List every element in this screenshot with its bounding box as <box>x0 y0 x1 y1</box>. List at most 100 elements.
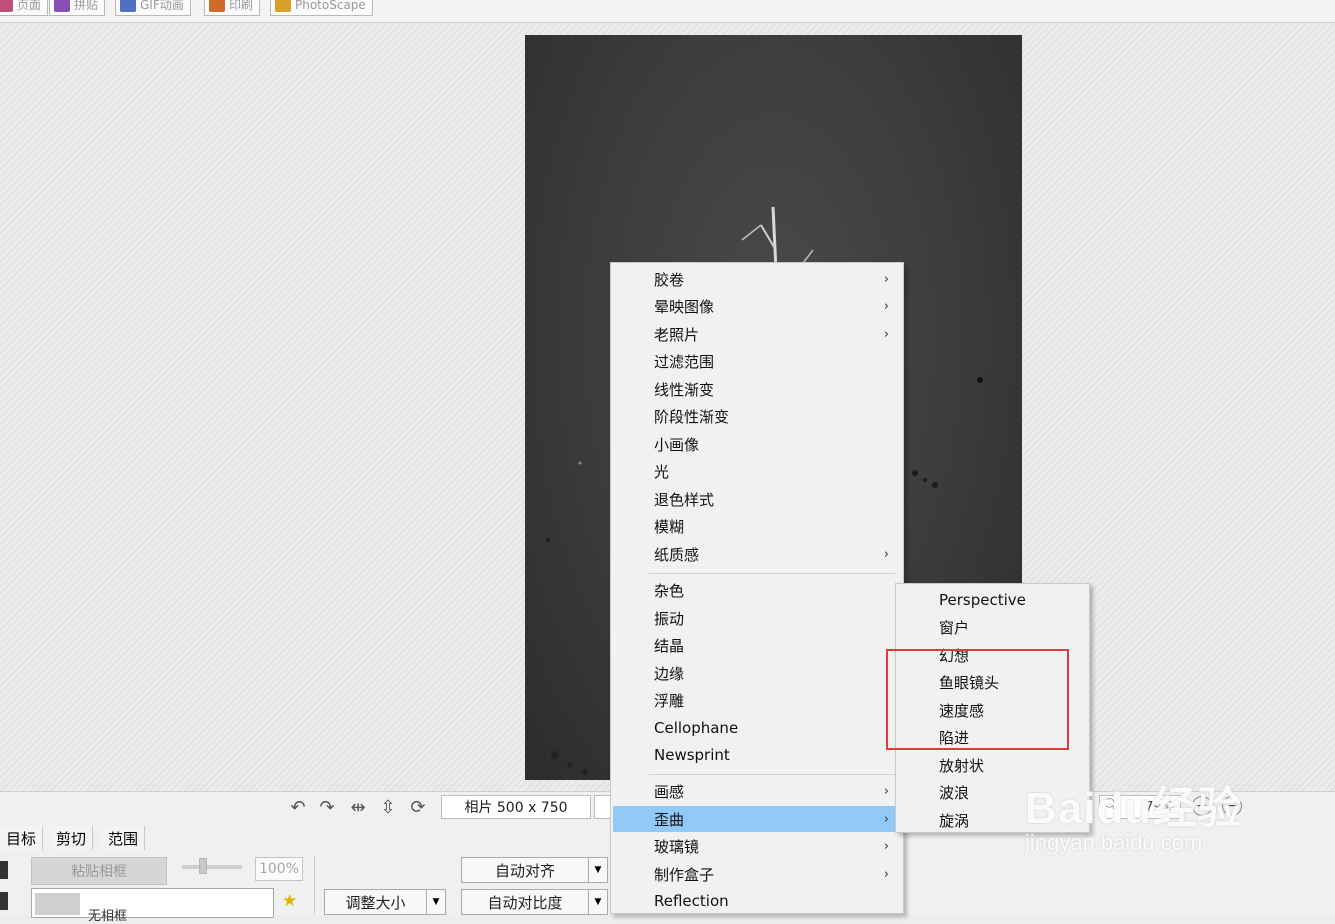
menu-item-miniature[interactable]: 小画像 <box>613 431 901 457</box>
menu-item-label: 玻璃镜 <box>654 837 700 856</box>
photo-size-display: 相片 500 x 750 <box>441 795 591 819</box>
chevron-right-icon: › <box>883 326 889 342</box>
menu-item-blur[interactable]: 模糊 <box>613 513 901 539</box>
submenu-item-label: 幻想 <box>939 646 970 665</box>
menu-separator <box>649 573 895 574</box>
chevron-right-icon: › <box>883 783 889 799</box>
chevron-right-icon: › <box>883 298 889 314</box>
resize-label: 调整大小 <box>345 893 406 912</box>
menu-item-label: Cellophane <box>654 719 739 737</box>
menu-item-label: 模糊 <box>654 517 685 536</box>
opacity-text: 100% <box>258 861 300 877</box>
zoom-text: 79% <box>1145 799 1174 815</box>
paste-frame-label: 粘贴相框 <box>71 864 127 880</box>
caret-down-icon[interactable]: ▼ <box>426 890 445 914</box>
filter-context-menu: 胶卷 › 晕映图像 › 老照片 › 过滤范围 线性渐变 阶段性渐变 小画像 光 … <box>610 262 904 914</box>
resize-button[interactable]: 调整大小 ▼ <box>324 889 446 915</box>
menu-item-label: 线性渐变 <box>654 380 715 399</box>
menu-item-cellophane[interactable]: Cellophane <box>613 715 901 741</box>
menu-item-reflection[interactable]: Reflection <box>613 888 901 914</box>
menu-item-painting[interactable]: 画感 › <box>613 778 901 804</box>
tab-combine[interactable]: 拼贴 <box>49 0 106 16</box>
chevron-right-icon: › <box>883 546 889 562</box>
sub-tab-crop[interactable]: 剪切 <box>50 826 94 850</box>
menu-item-filter-range[interactable]: 过滤范围 <box>613 348 901 374</box>
menu-item-vignette[interactable]: 晕映图像 › <box>613 293 901 319</box>
divider <box>314 855 315 914</box>
sub-tab-crop-label: 剪切 <box>56 829 87 848</box>
menu-item-label: 老照片 <box>654 325 700 344</box>
zoom-in-icon[interactable]: + <box>1192 796 1212 816</box>
top-tab-strip: 页面 拼贴 GIF动画 印刷 PhotoScape <box>0 0 1335 23</box>
star-icon[interactable]: ★ <box>282 891 297 911</box>
tab-page[interactable]: 页面 <box>0 0 49 16</box>
menu-item-label: Newsprint <box>654 746 730 764</box>
rotate-left-icon[interactable]: ↶ <box>287 797 309 819</box>
auto-level-button[interactable]: 自动对齐 ▼ <box>461 857 608 883</box>
page-book-icon <box>0 0 13 12</box>
menu-item-edge[interactable]: 边缘 <box>613 660 901 686</box>
caret-down-icon[interactable]: ▼ <box>588 858 607 882</box>
auto-contrast-button[interactable]: 自动对比度 ▼ <box>461 889 608 915</box>
tab-print[interactable]: 印刷 <box>204 0 261 16</box>
left-tool-icon-2[interactable] <box>0 892 8 910</box>
menu-item-distort[interactable]: 歪曲 › <box>613 806 901 832</box>
left-tool-icon[interactable] <box>0 861 8 879</box>
gif-book-icon <box>120 0 136 12</box>
tab-print-label: 印刷 <box>229 0 254 12</box>
tab-combine-label: 拼贴 <box>74 0 99 12</box>
menu-item-noise[interactable]: 杂色 <box>613 577 901 603</box>
print-icon <box>209 0 225 12</box>
submenu-item-label: Perspective <box>939 591 1026 609</box>
submenu-item-fantasy[interactable]: 幻想 <box>898 642 1087 668</box>
submenu-item-speed[interactable]: 速度感 <box>898 697 1087 723</box>
flip-vertical-icon[interactable]: ⇳ <box>377 797 399 819</box>
rotate-right-icon[interactable]: ↷ <box>316 797 338 819</box>
opacity-slider-track[interactable] <box>182 865 242 869</box>
sub-tab-range[interactable]: 范围 <box>102 826 146 850</box>
menu-item-label: 结晶 <box>654 636 685 655</box>
photo-size-text: 相片 500 x 750 <box>464 800 568 816</box>
submenu-item-window[interactable]: 窗户 <box>898 614 1087 640</box>
menu-item-old-photo[interactable]: 老照片 › <box>613 321 901 347</box>
menu-item-label: 浮雕 <box>654 691 685 710</box>
flip-horizontal-icon[interactable]: ⇹ <box>347 797 369 819</box>
submenu-item-perspective[interactable]: Perspective <box>898 587 1087 613</box>
submenu-item-swirl[interactable]: 旋涡 <box>898 807 1087 833</box>
menu-item-glass[interactable]: 玻璃镜 › <box>613 833 901 859</box>
distort-submenu: Perspective 窗户 幻想 鱼眼镜头 速度感 陷进 放射状 波浪 旋涡 <box>895 583 1090 833</box>
menu-item-jitter[interactable]: 振动 <box>613 605 901 631</box>
menu-item-film[interactable]: 胶卷 › <box>613 266 901 292</box>
tab-photoscape[interactable]: PhotoScape <box>270 0 373 16</box>
menu-item-step-gradient[interactable]: 阶段性渐变 <box>613 403 901 429</box>
menu-item-paper-texture[interactable]: 纸质感 › <box>613 541 901 567</box>
submenu-item-pinch[interactable]: 陷进 <box>898 724 1087 750</box>
menu-item-light[interactable]: 光 <box>613 458 901 484</box>
menu-item-make-box[interactable]: 制作盒子 › <box>613 861 901 887</box>
menu-item-label: 光 <box>654 462 670 481</box>
magnifier-icon: 🔍︎ <box>1103 798 1121 814</box>
menu-item-label: 杂色 <box>654 581 685 600</box>
sub-tab-target[interactable]: 目标 <box>0 826 44 850</box>
zoom-display: 🔍︎ 79% <box>1099 795 1181 819</box>
menu-item-crystallize[interactable]: 结晶 <box>613 632 901 658</box>
menu-item-linear-gradient[interactable]: 线性渐变 <box>613 376 901 402</box>
menu-separator <box>649 774 895 775</box>
menu-item-label: 歪曲 <box>654 810 685 829</box>
zoom-out-icon[interactable]: − <box>1222 796 1242 816</box>
submenu-item-radial[interactable]: 放射状 <box>898 752 1087 778</box>
submenu-item-wave[interactable]: 波浪 <box>898 779 1087 805</box>
paste-frame-button[interactable]: 粘贴相框 <box>31 857 167 885</box>
auto-level-label: 自动对齐 <box>494 861 555 880</box>
menu-item-fade-style[interactable]: 退色样式 <box>613 486 901 512</box>
caret-down-icon[interactable]: ▼ <box>588 890 607 914</box>
tab-gif[interactable]: GIF动画 <box>115 0 191 16</box>
menu-item-newsprint[interactable]: Newsprint <box>613 742 901 768</box>
frame-swatch <box>35 893 80 915</box>
submenu-item-fisheye[interactable]: 鱼眼镜头 <box>898 669 1087 695</box>
tab-photoscape-label: PhotoScape <box>295 0 366 12</box>
submenu-item-label: 放射状 <box>939 756 985 775</box>
refresh-icon[interactable]: ⟳ <box>407 797 429 819</box>
menu-item-emboss[interactable]: 浮雕 <box>613 687 901 713</box>
opacity-slider-thumb[interactable] <box>199 858 207 874</box>
